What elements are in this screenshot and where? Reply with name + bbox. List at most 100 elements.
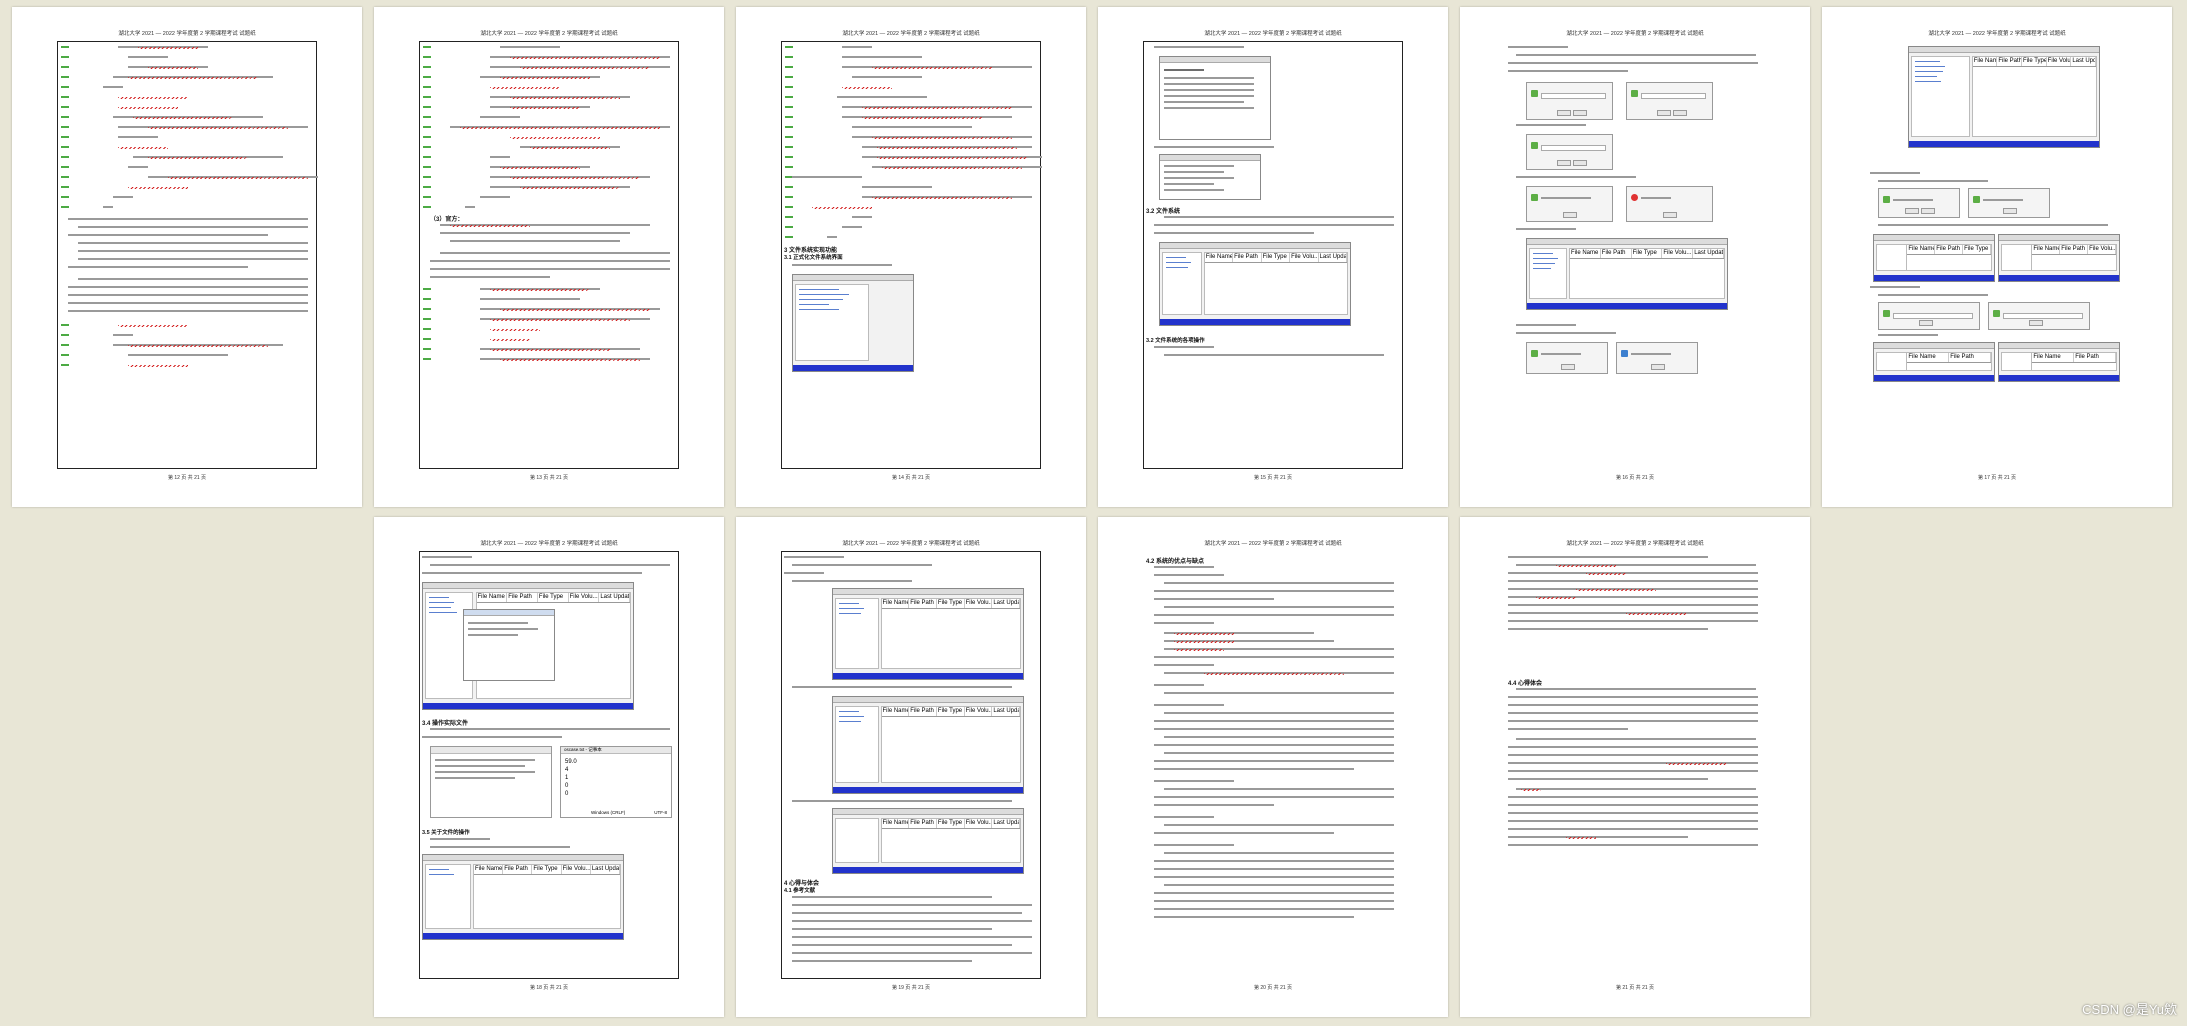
column-file-path[interactable]: File Path bbox=[909, 707, 937, 716]
column-last-update[interactable]: Last Update bbox=[992, 819, 1021, 828]
column-last-update[interactable]: Last Update bbox=[992, 599, 1021, 608]
document-page-17: 湖北大学 2021 — 2022 学年度第 2 学期课程考试 试题纸 File … bbox=[1822, 7, 2172, 507]
column-file-name[interactable]: File Name bbox=[474, 865, 504, 874]
page-header: 湖北大学 2021 — 2022 学年度第 2 学期课程考试 试题纸 bbox=[480, 541, 618, 547]
file-manager-screenshot: File Name File Path File Volu... bbox=[1998, 234, 2120, 282]
file-system-screenshot bbox=[792, 274, 914, 372]
column-file-path[interactable]: File Path bbox=[503, 865, 533, 874]
file-manager-screenshot: File Name File Path File Type File Volu.… bbox=[832, 696, 1024, 794]
column-file-volume[interactable]: File Volu... bbox=[1290, 253, 1319, 262]
file-manager-screenshot: File Name File Path File Type bbox=[1873, 234, 1995, 282]
page-footer: 第 16 页 共 21 页 bbox=[1615, 475, 1655, 481]
page-header: 湖北大学 2021 — 2022 学年度第 2 学期课程考试 试题纸 bbox=[842, 541, 980, 547]
column-file-type[interactable]: File Type bbox=[2022, 57, 2047, 66]
column-file-type[interactable]: File Type bbox=[937, 599, 965, 608]
column-file-type[interactable]: File Type bbox=[937, 819, 965, 828]
notepad-value: 59.0 bbox=[565, 759, 577, 765]
column-file-name[interactable]: File Name bbox=[882, 599, 910, 608]
column-file-path[interactable]: File Path bbox=[1997, 57, 2022, 66]
column-file-volume[interactable]: File Volu... bbox=[965, 707, 993, 716]
page-frame: 3.2 文件系统 File Name File Path File Type F… bbox=[1143, 41, 1403, 469]
column-file-path[interactable]: File Path bbox=[909, 599, 937, 608]
column-file-name[interactable]: File Name bbox=[2032, 353, 2075, 362]
file-manager-screenshot: File Name File Path File Type File Volu.… bbox=[832, 808, 1024, 874]
section-heading: 3.2 文件系统 bbox=[1146, 209, 1181, 215]
notepad-title: oscase.txt - 记事本 bbox=[564, 747, 602, 752]
document-page-21: 湖北大学 2021 — 2022 学年度第 2 学期课程考试 试题纸 4.4 心… bbox=[1460, 517, 1810, 1017]
column-file-name[interactable]: File Name bbox=[477, 593, 508, 602]
column-file-path[interactable]: File Path bbox=[507, 593, 538, 602]
format-dialog bbox=[1968, 188, 2050, 218]
subsection-heading: 3.1 正式化文件系统界面 bbox=[784, 255, 843, 261]
document-page-19: 湖北大学 2021 — 2022 学年度第 2 学期课程考试 试题纸 File … bbox=[736, 517, 1086, 1017]
column-last-update[interactable]: Last Update bbox=[2071, 57, 2096, 66]
column-file-type[interactable]: File Type bbox=[538, 593, 569, 602]
document-page-12: 湖北大学 2021 — 2022 学年度第 2 学期课程考试 试题纸 第 12 … bbox=[12, 7, 362, 507]
column-last-update[interactable]: Last Update bbox=[599, 593, 631, 602]
column-file-path[interactable]: File Path bbox=[1935, 245, 1964, 254]
document-page-18: 湖北大学 2021 — 2022 学年度第 2 学期课程考试 试题纸 File … bbox=[374, 517, 724, 1017]
column-file-volume[interactable]: File Volu... bbox=[965, 819, 993, 828]
section-heading: 4.4 心得体会 bbox=[1508, 681, 1543, 687]
notepad-window: oscase.txt - 记事本 59.0 4 1 0 0 Windows (C… bbox=[560, 746, 672, 818]
document-page-14: 湖北大学 2021 — 2022 学年度第 2 学期课程考试 试题纸 3 文件系… bbox=[736, 7, 1086, 507]
page-header: 湖北大学 2021 — 2022 学年度第 2 学期课程考试 试题纸 bbox=[118, 31, 256, 37]
notepad-status: Windows (CRLF) bbox=[591, 810, 626, 815]
column-file-type[interactable]: File Type bbox=[937, 707, 965, 716]
page-footer: 第 17 页 共 21 页 bbox=[1977, 475, 2017, 481]
page-header: 湖北大学 2021 — 2022 学年度第 2 学期课程考试 试题纸 bbox=[1204, 31, 1342, 37]
page-frame: File Name File Path File Type File Volu.… bbox=[781, 551, 1041, 979]
column-file-name[interactable]: File Name bbox=[1907, 245, 1936, 254]
page-footer: 第 15 页 共 21 页 bbox=[1253, 475, 1293, 481]
file-manager-screenshot: File Name File Path bbox=[1873, 342, 1995, 382]
notepad-value: 0 bbox=[565, 791, 569, 797]
column-file-volume[interactable]: File Volu... bbox=[1662, 249, 1694, 258]
page-header: 湖北大学 2021 — 2022 学年度第 2 学期课程考试 试题纸 bbox=[480, 31, 618, 37]
page-footer: 第 18 页 共 21 页 bbox=[529, 985, 569, 991]
page-footer: 第 19 页 共 21 页 bbox=[891, 985, 931, 991]
column-file-volume[interactable]: File Volu... bbox=[965, 599, 993, 608]
column-file-path[interactable]: File Path bbox=[2060, 245, 2089, 254]
column-file-type[interactable]: File Type bbox=[1262, 253, 1291, 262]
file-manager-screenshot: File Name File Path File Type File Volu.… bbox=[1526, 238, 1728, 310]
column-file-name[interactable]: File Name bbox=[1907, 353, 1950, 362]
column-file-name[interactable]: File Name bbox=[2032, 245, 2061, 254]
column-file-type[interactable]: File Type bbox=[1632, 249, 1663, 258]
column-last-update[interactable]: Last Update bbox=[992, 707, 1021, 716]
column-file-path[interactable]: File Path bbox=[2074, 353, 2117, 362]
column-file-volume[interactable]: File Volu... bbox=[569, 593, 600, 602]
column-file-type[interactable]: File Type bbox=[1963, 245, 1992, 254]
input-dialog bbox=[1526, 82, 1613, 120]
page-frame bbox=[57, 41, 318, 469]
column-file-path[interactable]: File Path bbox=[1601, 249, 1632, 258]
document-page-20: 湖北大学 2021 — 2022 学年度第 2 学期课程考试 试题纸 4.2 系… bbox=[1098, 517, 1448, 1017]
column-file-name[interactable]: File Name bbox=[882, 819, 910, 828]
rename-dialog bbox=[1988, 302, 2090, 330]
column-last-update[interactable]: Last Update bbox=[1319, 253, 1348, 262]
error-dialog bbox=[1626, 186, 1713, 222]
page-frame: File Name File Path File Type File Volu.… bbox=[1505, 41, 1765, 469]
column-file-path[interactable]: File Path bbox=[1233, 253, 1262, 262]
column-file-name[interactable]: File Name bbox=[1205, 253, 1234, 262]
column-last-update[interactable]: Last Update bbox=[1693, 249, 1724, 258]
input-dialog bbox=[1526, 134, 1613, 170]
column-file-type[interactable]: File Type bbox=[532, 865, 562, 874]
column-file-volume[interactable]: File Volu... bbox=[2047, 57, 2072, 66]
page-frame: （3）官方： bbox=[419, 41, 679, 469]
column-file-name[interactable]: File Name bbox=[1570, 249, 1601, 258]
column-file-volume[interactable]: File Volu... bbox=[562, 865, 591, 874]
column-file-name[interactable]: File Name bbox=[1973, 57, 1998, 66]
column-file-path[interactable]: File Path bbox=[909, 819, 937, 828]
notepad-value: 1 bbox=[565, 775, 569, 781]
column-file-path[interactable]: File Path bbox=[1949, 353, 1992, 362]
page-footer: 第 21 页 共 21 页 bbox=[1615, 985, 1655, 991]
notepad-status: UTF-8 bbox=[654, 810, 667, 815]
column-file-volume[interactable]: File Volu... bbox=[2088, 245, 2117, 254]
format-dialog bbox=[1878, 188, 1960, 218]
column-file-name[interactable]: File Name bbox=[882, 707, 910, 716]
input-dialog bbox=[1626, 82, 1713, 120]
column-last-update[interactable]: Last Update bbox=[591, 865, 621, 874]
page-frame: 4.4 心得体会 bbox=[1505, 551, 1765, 979]
document-page-15: 湖北大学 2021 — 2022 学年度第 2 学期课程考试 试题纸 3.2 文… bbox=[1098, 7, 1448, 507]
subsection-heading: 4.1 参考文献 bbox=[784, 888, 816, 894]
